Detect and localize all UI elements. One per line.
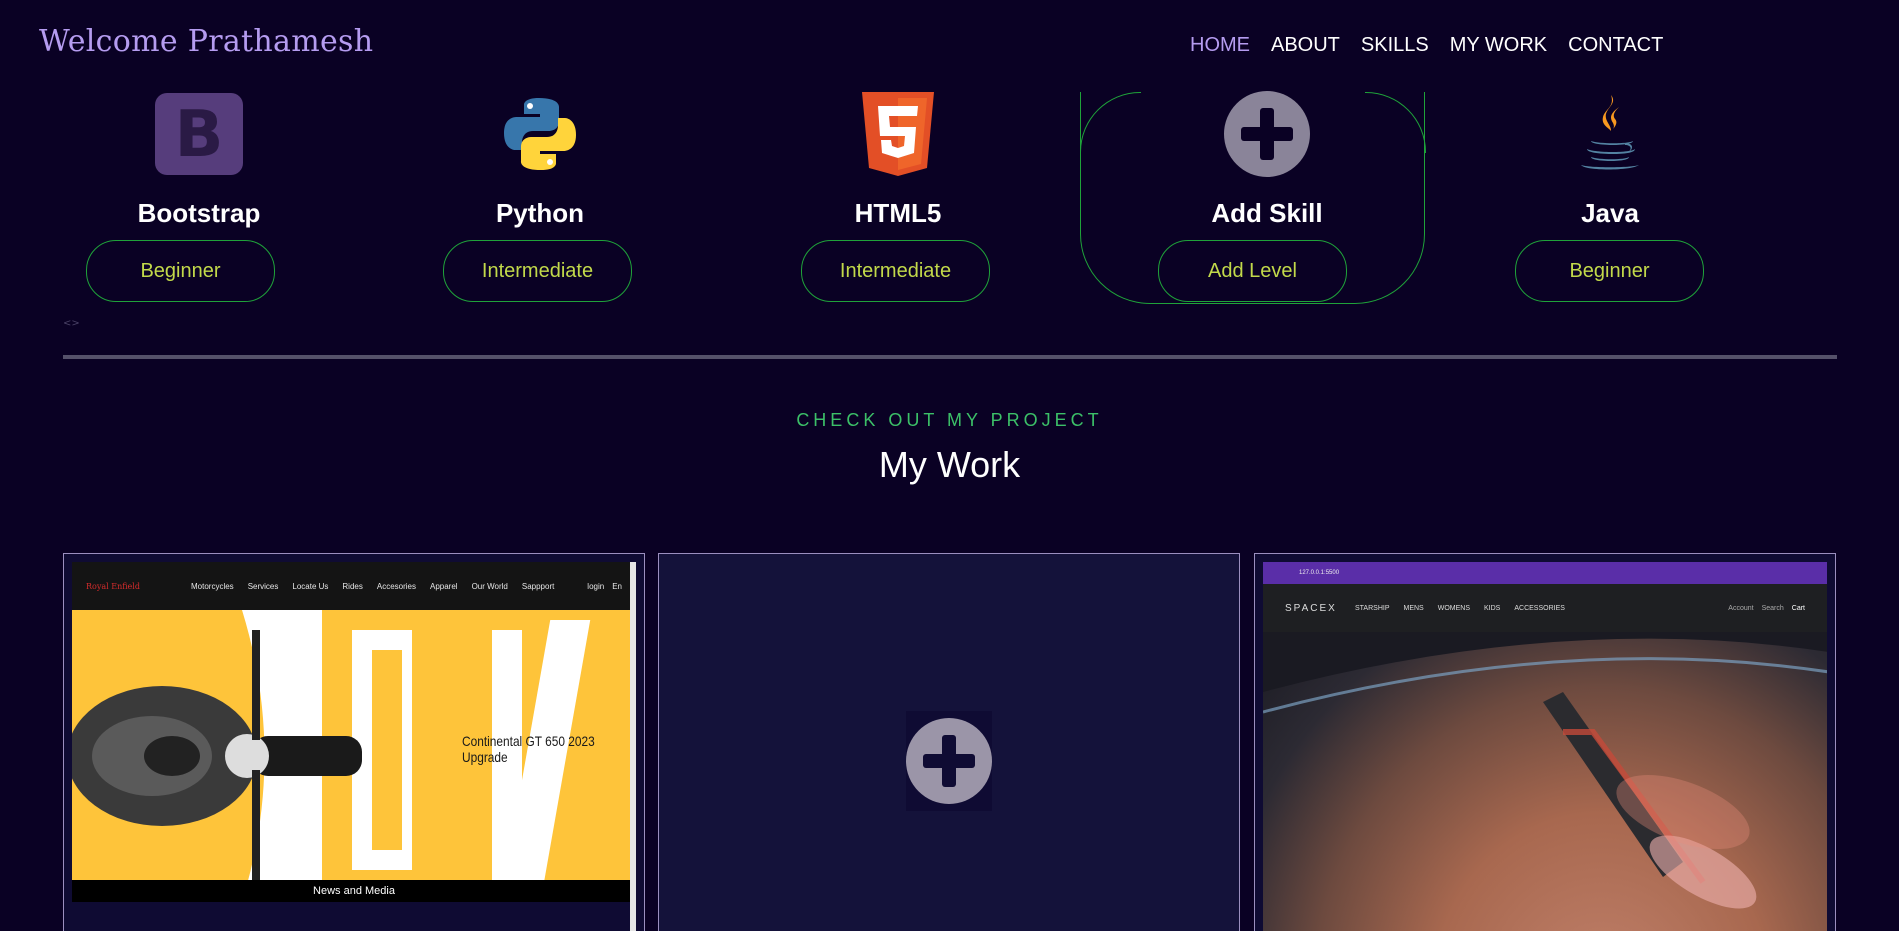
project-screenshot: 127.0.0.1:5500 SPACEX STARSHIP MENS WOME… [1263,562,1827,931]
plus-icon[interactable] [906,711,992,811]
skill-level-button[interactable]: Intermediate [801,240,990,302]
nav-my-work[interactable]: MY WORK [1450,34,1547,57]
carousel-scroll-indicator[interactable]: <> [63,318,80,329]
preview-link: Motorcycles [191,581,234,591]
preview-logo: Royal Enfield [86,581,140,591]
skill-name: Add Skill [1211,198,1323,228]
preview-link: Rides [342,581,363,591]
preview-navbar: SPACEX STARSHIP MENS WOMENS KIDS ACCESSO… [1263,584,1827,632]
skill-name: Python [495,198,585,228]
preview-navbar: Royal Enfield Motorcycles Services Locat… [72,562,636,610]
nav-home[interactable]: HOME [1190,34,1250,57]
preview-url: 127.0.0.1:5500 [1299,570,1340,576]
preview-lang: En [612,581,622,591]
project-screenshot: Royal Enfield Motorcycles Services Locat… [72,562,636,931]
preview-link: Services [247,581,279,591]
skill-level-button[interactable]: Beginner [86,240,275,302]
preview-link: MENS [1403,604,1424,612]
skill-name: Bootstrap [137,198,261,228]
project-card-spacex[interactable]: 127.0.0.1:5500 SPACEX STARSHIP MENS WOME… [1254,553,1836,931]
python-icon [495,92,585,176]
preview-footer-bar: News and Media [72,880,636,902]
skill-name: HTML5 [854,198,942,228]
skill-level-button[interactable]: Intermediate [443,240,632,302]
preview-nav-right: login En [587,582,622,591]
preview-link: STARSHIP [1355,604,1390,612]
preview-link: Accesories [376,581,416,591]
nav-about[interactable]: ABOUT [1271,34,1340,57]
preview-link: Sappport [521,581,555,591]
preview-browser-bar: 127.0.0.1:5500 [1263,562,1827,584]
preview-link: Account [1728,604,1754,612]
preview-hero-caption: Continental GT 650 2023 Upgrade [462,733,595,765]
preview-link: Apparel [429,581,458,591]
work-eyebrow: CHECK OUT MY PROJECT [796,410,1103,430]
preview-link: Our World [471,581,508,591]
project-card-royal-enfield[interactable]: Royal Enfield Motorcycles Services Locat… [63,553,645,931]
preview-scrollbar [630,562,636,931]
add-level-button[interactable]: Add Level [1158,240,1347,302]
preview-logo: SPACEX [1285,602,1337,614]
section-divider [63,355,1837,359]
plus-icon[interactable] [1222,91,1312,177]
nav-contact[interactable]: CONTACT [1568,34,1663,57]
preview-hero-image [1263,632,1827,931]
main-nav: HOME ABOUT SKILLS MY WORK CONTACT [1190,34,1663,57]
preview-nav-right: Account Search Cart [1728,605,1805,612]
preview-nav-links: STARSHIP MENS WOMENS KIDS ACCESSORIES [1355,605,1565,612]
svg-text:B: B [175,98,224,172]
preview-link: Locate Us [292,581,329,591]
project-card-add[interactable] [658,553,1240,931]
preview-nav-links: Motorcycles Services Locate Us Rides Acc… [191,582,554,591]
work-title: My Work [878,444,1021,485]
html5-icon [853,92,943,176]
site-brand[interactable]: Welcome Prathamesh [39,24,373,59]
bootstrap-icon: B [154,92,244,176]
java-icon [1565,92,1655,176]
preview-login: login [587,581,605,591]
preview-link: WOMENS [1437,604,1471,612]
skill-name: Java [1581,198,1639,228]
preview-link: Cart [1791,604,1805,612]
preview-link: ACCESSORIES [1514,604,1565,612]
preview-link: KIDS [1484,604,1501,612]
preview-link: Search [1761,604,1784,612]
skill-level-button[interactable]: Beginner [1515,240,1704,302]
starship-illustration [1263,632,1827,909]
nav-skills[interactable]: SKILLS [1361,34,1429,57]
preview-hero-image: Continental GT 650 2023 Upgrade News and… [72,610,636,902]
